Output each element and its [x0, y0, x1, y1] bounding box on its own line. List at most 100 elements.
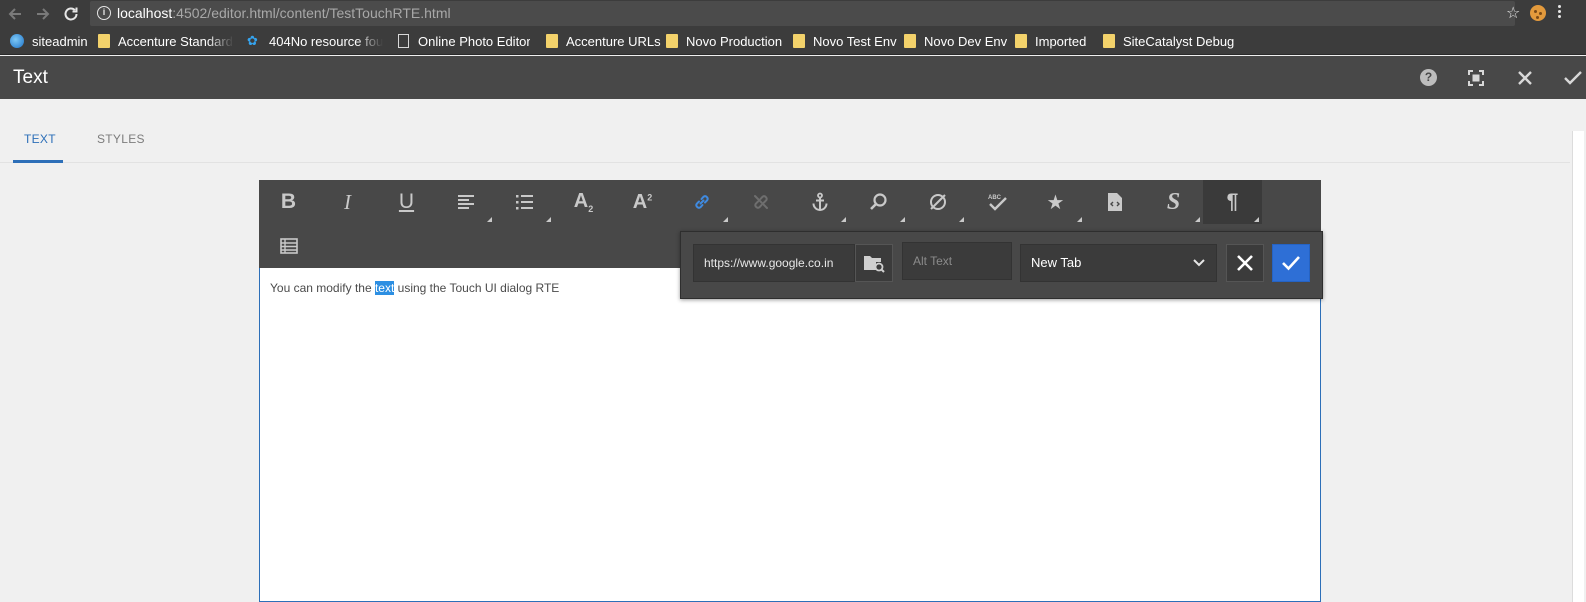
folder-icon — [1015, 34, 1027, 48]
done-check-icon[interactable] — [1563, 68, 1583, 88]
italic-button[interactable]: I — [318, 180, 377, 224]
bookmark-label: Novo Dev Env — [924, 33, 1008, 49]
url-host: localhost — [117, 5, 173, 21]
remove-format-button[interactable] — [908, 180, 967, 224]
aem-icon: ✿ — [247, 33, 258, 48]
underline-icon: U — [398, 190, 415, 213]
star-icon: ★ — [1046, 191, 1065, 214]
unlink-button[interactable] — [731, 180, 790, 224]
editor-paragraph: You can modify the text using the Touch … — [270, 281, 559, 295]
dialog-header: Text ? — [0, 56, 1586, 99]
selected-text: text — [374, 281, 395, 295]
bookmark-label: Imported — [1035, 33, 1087, 49]
bookmark-label: siteadmin — [32, 33, 88, 49]
bookmark-label: Novo Production — [686, 33, 783, 49]
styles-button[interactable]: S — [1144, 180, 1203, 224]
cookie-extension-icon[interactable] — [1530, 5, 1546, 21]
bookmark-label: SiteCatalyst Debug — [1123, 33, 1235, 49]
source-edit-button[interactable] — [1085, 180, 1144, 224]
superscript-button[interactable]: A2 — [613, 180, 672, 224]
help-icon[interactable]: ? — [1420, 69, 1437, 86]
unlink-icon — [753, 195, 768, 209]
folder-icon — [666, 34, 678, 48]
list-button[interactable] — [495, 180, 554, 224]
superscript-letter: A — [632, 190, 648, 213]
globe-icon — [10, 34, 24, 48]
forward-icon[interactable] — [32, 4, 52, 24]
bookmark-label: Accenture Standard L — [118, 33, 234, 49]
browser-menu-icon[interactable] — [1558, 4, 1562, 22]
close-icon[interactable] — [1515, 68, 1535, 88]
spellcheck-button[interactable]: ABC — [967, 180, 1026, 224]
bookmarks-bar: siteadmin Accenture Standard L ✿ 404No re… — [0, 27, 1586, 55]
underline-button[interactable]: U — [377, 180, 436, 224]
folder-icon — [546, 34, 558, 48]
link-apply-button[interactable] — [1272, 244, 1310, 282]
paragraph-format-button[interactable]: ¶ — [1203, 180, 1262, 224]
bookmark-imported[interactable]: Imported — [1015, 32, 1086, 50]
no-format-icon — [929, 194, 946, 210]
dialog-tabs: TEXT STYLES — [0, 99, 1570, 163]
text-after: using the Touch UI dialog RTE — [394, 281, 560, 295]
dropdown-corner-icon — [959, 217, 964, 222]
link-cancel-button[interactable] — [1226, 244, 1264, 282]
special-chars-button[interactable]: ★ — [1026, 180, 1085, 224]
info-icon[interactable]: i — [97, 6, 111, 20]
bookmark-novo-test[interactable]: Novo Test Env — [793, 32, 897, 50]
active-tab-indicator — [13, 160, 63, 163]
scrollbar-thumb[interactable] — [1572, 131, 1584, 602]
close-icon — [1237, 255, 1253, 271]
dialog-title: Text — [13, 67, 48, 88]
dropdown-corner-icon — [546, 217, 551, 222]
url-bar[interactable]: i localhost:4502/editor.html/content/Tes… — [90, 1, 1515, 26]
styles-icon: S — [1166, 188, 1181, 215]
dropdown-corner-icon — [1254, 217, 1259, 222]
rte-editor[interactable]: You can modify the text using the Touch … — [259, 268, 1321, 602]
bookmark-label: Accenture URLs — [566, 33, 661, 49]
bookmark-label: Online Photo Editor | — [418, 33, 530, 49]
italic-icon: I — [344, 189, 351, 214]
check-icon — [1282, 256, 1300, 271]
browse-path-button[interactable] — [855, 244, 893, 282]
bookmark-sitecatalyst[interactable]: SiteCatalyst Debug — [1103, 32, 1234, 50]
bookmark-novo-dev[interactable]: Novo Dev Env — [904, 32, 1007, 50]
bold-button[interactable]: B — [259, 180, 318, 224]
link-button[interactable] — [672, 180, 731, 224]
folder-icon — [1103, 34, 1115, 48]
bookmark-siteadmin[interactable]: siteadmin — [10, 32, 88, 50]
justify-button[interactable] — [436, 180, 495, 224]
dropdown-corner-icon — [841, 217, 846, 222]
page-icon — [398, 34, 409, 48]
fullscreen-icon[interactable] — [1466, 68, 1486, 88]
anchor-icon — [812, 192, 827, 211]
back-icon[interactable] — [6, 4, 26, 24]
reload-icon[interactable] — [61, 4, 81, 24]
link-url-input[interactable] — [693, 244, 855, 282]
bookmark-novo-production[interactable]: Novo Production — [666, 32, 782, 50]
align-left-icon — [457, 195, 474, 209]
alt-text-input[interactable] — [902, 242, 1012, 280]
folder-icon — [904, 34, 916, 48]
tab-text[interactable]: TEXT — [24, 132, 56, 146]
chevron-down-icon — [1193, 259, 1205, 267]
bookmark-accenture-urls[interactable]: Accenture URLs — [546, 32, 661, 50]
link-target-select[interactable]: New Tab — [1020, 244, 1217, 282]
subscript-icon: A2 — [573, 190, 594, 214]
anchor-button[interactable] — [790, 180, 849, 224]
bookmark-404[interactable]: ✿ 404No resource foun — [247, 32, 383, 50]
browser-address-bar: i localhost:4502/editor.html/content/Tes… — [0, 0, 1586, 27]
bookmark-accenture-standard[interactable]: Accenture Standard L — [98, 32, 234, 50]
source-code-icon — [1107, 193, 1122, 211]
dropdown-corner-icon — [487, 217, 492, 222]
list-icon — [515, 195, 533, 210]
table-button[interactable] — [259, 224, 318, 268]
subscript-button[interactable]: A2 — [554, 180, 613, 224]
tab-styles[interactable]: STYLES — [97, 132, 145, 146]
link-popover: New Tab — [680, 231, 1323, 299]
text-before: You can modify the — [270, 281, 375, 295]
find-replace-button[interactable] — [849, 180, 908, 224]
table-icon — [279, 238, 298, 254]
bookmark-star-icon[interactable]: ☆ — [1506, 3, 1520, 23]
bookmark-photo-editor[interactable]: Online Photo Editor | — [398, 32, 530, 50]
dropdown-corner-icon — [723, 217, 728, 222]
